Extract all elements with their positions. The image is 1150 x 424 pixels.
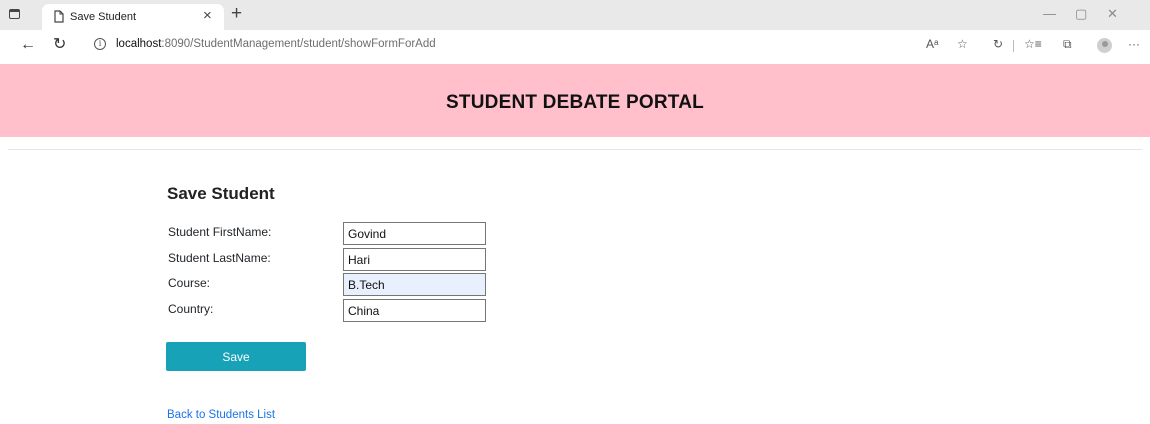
first-name-input[interactable] xyxy=(343,222,486,245)
profile-avatar[interactable] xyxy=(1097,38,1112,53)
close-window-icon[interactable]: ✕ xyxy=(1107,7,1118,21)
site-info-icon[interactable]: i xyxy=(94,38,106,50)
address-bar: ← ↻ i localhost:8090/StudentManagement/s… xyxy=(0,30,1150,60)
last-name-input[interactable] xyxy=(343,248,486,271)
header-banner: STUDENT DEBATE PORTAL xyxy=(0,64,1150,137)
page-icon xyxy=(54,10,64,23)
tab-title: Save Student xyxy=(70,11,137,23)
browser-tab-bar: Save Student × + — ▢ ✕ xyxy=(0,0,1150,30)
portal-title: STUDENT DEBATE PORTAL xyxy=(446,92,704,113)
tab-actions-icon[interactable] xyxy=(9,9,20,19)
more-menu-icon[interactable]: ··· xyxy=(1128,37,1140,51)
form-heading: Save Student xyxy=(167,184,275,203)
browser-essentials-icon[interactable]: ↻ xyxy=(993,37,1003,51)
collections-icon[interactable]: ⧉ xyxy=(1063,37,1072,51)
browser-tab[interactable]: Save Student × xyxy=(42,4,224,30)
reload-icon[interactable]: ↻ xyxy=(53,36,66,54)
new-tab-icon[interactable]: + xyxy=(231,4,242,24)
tab-close-icon[interactable]: × xyxy=(203,7,212,25)
first-name-label: Student FirstName: xyxy=(168,225,272,239)
url-host: localhost xyxy=(116,38,162,50)
course-label: Course: xyxy=(168,276,211,290)
course-input[interactable] xyxy=(343,273,486,296)
minimize-icon[interactable]: — xyxy=(1043,7,1056,21)
save-button[interactable]: Save xyxy=(166,342,306,371)
restore-icon[interactable]: ▢ xyxy=(1075,7,1087,21)
back-icon[interactable]: ← xyxy=(20,36,36,54)
toolbar-divider xyxy=(1013,40,1014,52)
read-aloud-icon[interactable]: Aᵃ xyxy=(926,37,938,51)
header-divider xyxy=(8,149,1142,150)
add-favorite-icon[interactable]: ☆ xyxy=(957,37,968,51)
country-input[interactable] xyxy=(343,299,486,322)
url-path: :8090/StudentManagement/student/showForm… xyxy=(161,38,436,50)
country-label: Country: xyxy=(168,302,214,316)
favorites-icon[interactable]: ☆≡ xyxy=(1024,37,1042,51)
back-to-students-list-link[interactable]: Back to Students List xyxy=(167,409,275,421)
last-name-label: Student LastName: xyxy=(168,251,271,265)
url-field[interactable]: localhost:8090/StudentManagement/student… xyxy=(116,38,436,50)
